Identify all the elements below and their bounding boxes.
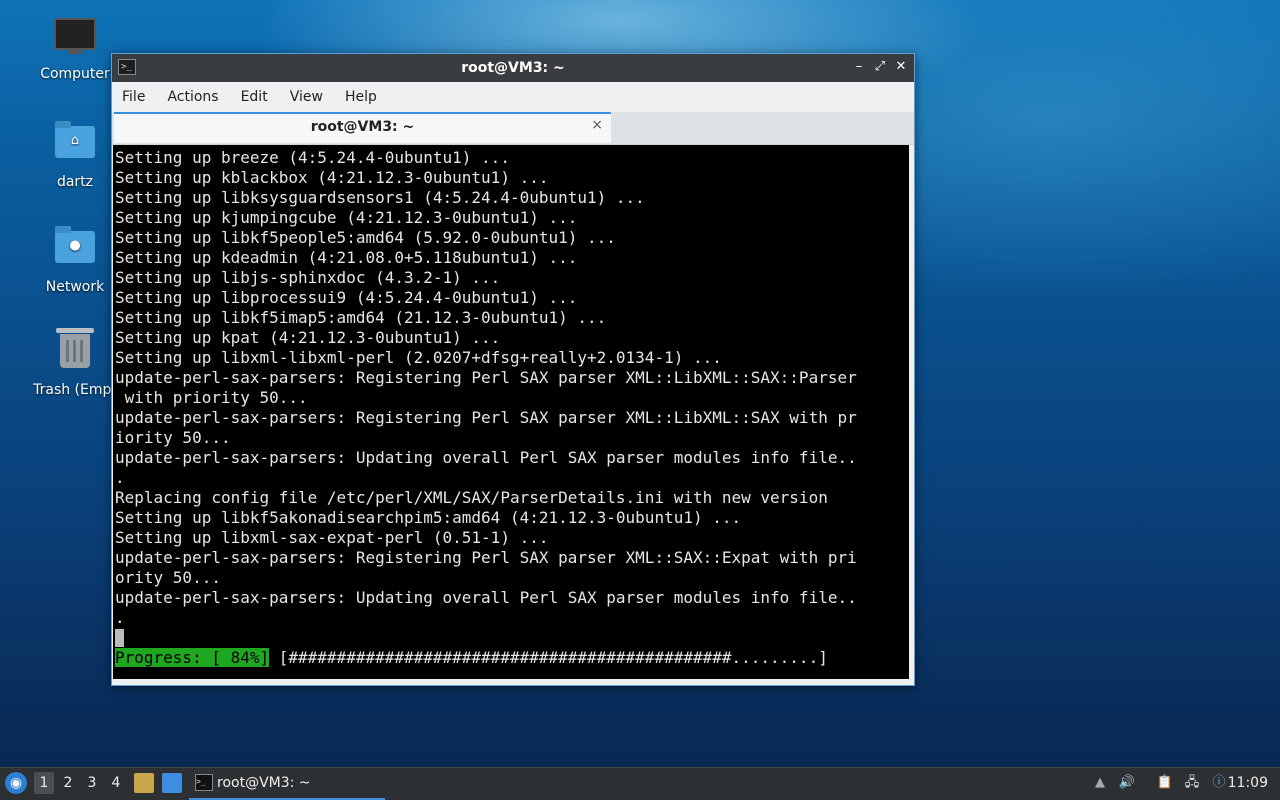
file-manager-icon[interactable] [134,773,154,793]
volume-icon[interactable]: 🔊 [1118,774,1136,792]
terminal-line: update-perl-sax-parsers: Registering Per… [115,408,857,427]
terminal-line: Setting up breeze (4:5.24.4-0ubuntu1) ..… [115,148,510,167]
terminal-line: with priority 50... [115,388,308,407]
terminal-line: update-perl-sax-parsers: Registering Per… [115,548,857,567]
desktop-icon-label: Trash (Empt [33,382,117,398]
tab-close-icon[interactable]: × [591,117,603,133]
workspace-2[interactable]: 2 [58,772,78,794]
desktop-icon-home[interactable]: ⌂ dartz [27,120,123,190]
terminal-line: Setting up libxml-sax-expat-perl (0.51-1… [115,528,549,547]
cursor-line [115,628,909,648]
window-title: root@VM3: ~ [461,60,565,76]
desktop-icon-trash[interactable]: Trash (Empt [27,328,123,398]
window-titlebar[interactable]: >_ root@VM3: ~ – ⤢ ✕ [112,54,914,82]
terminal-line: update-perl-sax-parsers: Updating overal… [115,448,857,467]
terminal-line: Setting up libksysguardsensors1 (4:5.24.… [115,188,645,207]
terminal-line: Setting up libxml-libxml-perl (2.0207+df… [115,348,722,367]
terminal-line: Setting up kblackbox (4:21.12.3-0ubuntu1… [115,168,549,187]
terminal-line: Setting up libkf5imap5:amd64 (21.12.3-0u… [115,308,607,327]
progress-line: Progress: [ 84%] [######################… [115,648,909,668]
clipboard-icon[interactable]: 📋 [1156,774,1174,792]
taskbar: ◉ 1 2 3 4 >_ root@VM3: ~ ▲ 🔊 📋 🖧 ⓘ 11:09 [0,767,1280,800]
menu-view[interactable]: View [290,89,323,105]
progress-label: Progress: [ 84%] [115,648,270,667]
menu-actions[interactable]: Actions [167,89,218,105]
network-icon[interactable]: 🖧 [1182,774,1202,792]
terminal-line: Setting up libkf5people5:amd64 (5.92.0-0… [115,228,616,247]
menu-bar: File Actions Edit View Help [112,82,914,112]
progress-bar: [#######################################… [269,648,828,667]
terminal-line: update-perl-sax-parsers: Updating overal… [115,588,857,607]
task-label: root@VM3: ~ [217,775,311,791]
desktop-icon-network[interactable]: ● Network [27,225,123,295]
terminal-line: Setting up kdeadmin (4:21.08.0+5.118ubun… [115,248,578,267]
maximize-icon[interactable]: ⤢ [871,58,889,76]
terminal-line: . [115,468,125,487]
show-desktop-icon[interactable] [162,773,182,793]
close-icon[interactable]: ✕ [892,58,910,76]
desktop-icon-label: Network [45,279,105,295]
terminal-cursor [115,629,124,647]
terminal-line: Setting up libkf5akonadisearchpim5:amd64… [115,508,742,527]
tab-label: root@VM3: ~ [310,119,415,135]
tray-up-arrow-icon[interactable]: ▲ [1092,774,1108,792]
terminal-line: Setting up libjs-sphinxdoc (4.3.2-1) ... [115,268,501,287]
start-menu-icon[interactable]: ◉ [5,772,27,794]
update-notifier-icon[interactable]: ⓘ [1210,774,1228,792]
home-folder-icon: ⌂ [54,121,96,168]
terminal-line: Replacing config file /etc/perl/XML/SAX/… [115,488,828,507]
desktop-icon-label: Computer [40,66,110,82]
workspace-1[interactable]: 1 [34,772,54,794]
terminal-line: update-perl-sax-parsers: Registering Per… [115,368,857,387]
network-folder-icon: ● [54,226,96,273]
minimize-icon[interactable]: – [850,58,868,76]
terminal-icon: >_ [195,774,213,791]
tab-bar: root@VM3: ~ × [112,112,914,145]
terminal-line: . [115,608,125,627]
menu-file[interactable]: File [122,89,145,105]
menu-help[interactable]: Help [345,89,377,105]
terminal-line: Setting up kjumpingcube (4:21.12.3-0ubun… [115,208,578,227]
workspace-3[interactable]: 3 [82,772,102,794]
terminal-line: ority 50... [115,568,221,587]
taskbar-task-terminal[interactable]: >_ root@VM3: ~ [189,768,385,800]
clock[interactable]: 11:09 [1228,775,1268,791]
menu-edit[interactable]: Edit [241,89,268,105]
desktop-icon-label: dartz [56,174,94,190]
computer-icon [54,18,96,60]
terminal-line: iority 50... [115,428,231,447]
terminal-line: Setting up kpat (4:21.12.3-0ubuntu1) ... [115,328,501,347]
trash-icon [54,328,96,376]
workspace-4[interactable]: 4 [106,772,126,794]
terminal-window[interactable]: >_ root@VM3: ~ – ⤢ ✕ File Actions Edit V… [111,53,915,686]
terminal-output[interactable]: Setting up breeze (4:5.24.4-0ubuntu1) ..… [113,145,909,679]
terminal-line: Setting up libprocessui9 (4:5.24.4-0ubun… [115,288,578,307]
tab-terminal[interactable]: root@VM3: ~ × [114,112,611,143]
desktop-icon-computer[interactable]: Computer [27,14,123,82]
